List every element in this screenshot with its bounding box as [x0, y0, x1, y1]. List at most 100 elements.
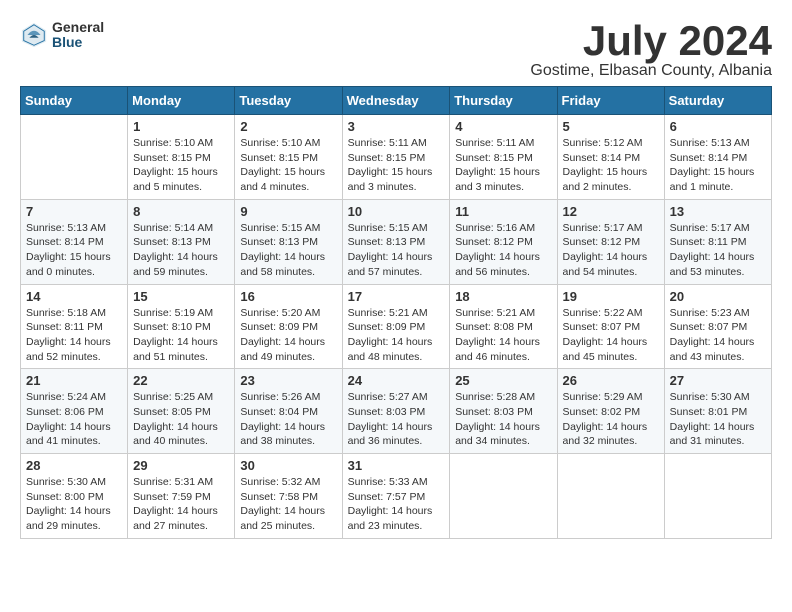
day-info: Sunrise: 5:16 AMSunset: 8:12 PMDaylight:…: [455, 221, 551, 280]
day-info: Sunrise: 5:32 AMSunset: 7:58 PMDaylight:…: [240, 475, 336, 534]
calendar-cell: 27 Sunrise: 5:30 AMSunset: 8:01 PMDayligh…: [664, 369, 771, 454]
day-number: 15: [133, 289, 229, 304]
day-info: Sunrise: 5:11 AMSunset: 8:15 PMDaylight:…: [348, 136, 445, 195]
calendar-cell: 21Sunrise: 5:24 AMSunset: 8:06 PMDayligh…: [21, 369, 128, 454]
day-number: 23: [240, 373, 336, 388]
day-number: 31: [348, 458, 445, 473]
calendar-cell: 18Sunrise: 5:21 AMSunset: 8:08 PMDayligh…: [450, 284, 557, 369]
calendar-cell: 10Sunrise: 5:15 AMSunset: 8:13 PMDayligh…: [342, 199, 450, 284]
calendar-cell: 11Sunrise: 5:16 AMSunset: 8:12 PMDayligh…: [450, 199, 557, 284]
calendar-cell: 23 Sunrise: 5:26 AMSunset: 8:04 PMDayligh…: [235, 369, 342, 454]
calendar-cell: 13 Sunrise: 5:17 AMSunset: 8:11 PMDayligh…: [664, 199, 771, 284]
day-info: Sunrise: 5:11 AMSunset: 8:15 PMDaylight:…: [455, 136, 551, 195]
calendar-header-saturday: Saturday: [664, 87, 771, 115]
calendar-table: SundayMondayTuesdayWednesdayThursdayFrid…: [20, 86, 772, 539]
calendar-cell: 31 Sunrise: 5:33 AMSunset: 7:57 PMDayligh…: [342, 454, 450, 539]
day-info: Sunrise: 5:13 AMSunset: 8:14 PMDaylight:…: [670, 136, 766, 195]
day-number: 13: [670, 204, 766, 219]
day-number: 12: [563, 204, 659, 219]
day-info: Sunrise: 5:20 AMSunset: 8:09 PMDaylight:…: [240, 306, 336, 365]
day-number: 30: [240, 458, 336, 473]
day-number: 6: [670, 119, 766, 134]
day-info: Sunrise: 5:21 AMSunset: 8:09 PMDaylight:…: [348, 306, 445, 365]
day-info: Sunrise: 5:33 AMSunset: 7:57 PMDaylight:…: [348, 475, 445, 534]
day-number: 8: [133, 204, 229, 219]
title-block: July 2024 Gostime, Elbasan County, Alban…: [530, 20, 772, 80]
day-info: Sunrise: 5:30 AMSunset: 8:01 PMDaylight:…: [670, 390, 766, 449]
day-number: 16: [240, 289, 336, 304]
day-number: 4: [455, 119, 551, 134]
day-info: Sunrise: 5:25 AMSunset: 8:05 PMDaylight:…: [133, 390, 229, 449]
calendar-cell: [450, 454, 557, 539]
location-subtitle: Gostime, Elbasan County, Albania: [530, 62, 772, 80]
calendar-week-row: 21Sunrise: 5:24 AMSunset: 8:06 PMDayligh…: [21, 369, 772, 454]
calendar-week-row: 7 Sunrise: 5:13 AMSunset: 8:14 PMDaylight…: [21, 199, 772, 284]
day-number: 21: [26, 373, 122, 388]
page-header: General Blue July 2024 Gostime, Elbasan …: [20, 20, 772, 80]
calendar-cell: 9 Sunrise: 5:15 AMSunset: 8:13 PMDaylight…: [235, 199, 342, 284]
day-number: 1: [133, 119, 229, 134]
calendar-header-row: SundayMondayTuesdayWednesdayThursdayFrid…: [21, 87, 772, 115]
day-info: Sunrise: 5:21 AMSunset: 8:08 PMDaylight:…: [455, 306, 551, 365]
day-info: Sunrise: 5:28 AMSunset: 8:03 PMDaylight:…: [455, 390, 551, 449]
calendar-week-row: 14 Sunrise: 5:18 AMSunset: 8:11 PMDayligh…: [21, 284, 772, 369]
calendar-cell: [557, 454, 664, 539]
day-number: 14: [26, 289, 122, 304]
day-info: Sunrise: 5:13 AMSunset: 8:14 PMDaylight:…: [26, 221, 122, 280]
day-info: Sunrise: 5:17 AMSunset: 8:11 PMDaylight:…: [670, 221, 766, 280]
day-number: 5: [563, 119, 659, 134]
calendar-cell: 14 Sunrise: 5:18 AMSunset: 8:11 PMDayligh…: [21, 284, 128, 369]
day-number: 24: [348, 373, 445, 388]
calendar-header-wednesday: Wednesday: [342, 87, 450, 115]
day-info: Sunrise: 5:10 AMSunset: 8:15 PMDaylight:…: [133, 136, 229, 195]
calendar-cell: 6 Sunrise: 5:13 AMSunset: 8:14 PMDaylight…: [664, 115, 771, 200]
calendar-cell: 26 Sunrise: 5:29 AMSunset: 8:02 PMDayligh…: [557, 369, 664, 454]
day-info: Sunrise: 5:10 AMSunset: 8:15 PMDaylight:…: [240, 136, 336, 195]
calendar-header-thursday: Thursday: [450, 87, 557, 115]
day-info: Sunrise: 5:15 AMSunset: 8:13 PMDaylight:…: [240, 221, 336, 280]
day-number: 25: [455, 373, 551, 388]
calendar-cell: 12 Sunrise: 5:17 AMSunset: 8:12 PMDayligh…: [557, 199, 664, 284]
calendar-cell: [664, 454, 771, 539]
day-number: 7: [26, 204, 122, 219]
logo-text: General Blue: [52, 20, 104, 51]
day-info: Sunrise: 5:23 AMSunset: 8:07 PMDaylight:…: [670, 306, 766, 365]
logo: General Blue: [20, 20, 104, 51]
day-number: 27: [670, 373, 766, 388]
calendar-cell: 22Sunrise: 5:25 AMSunset: 8:05 PMDayligh…: [128, 369, 235, 454]
calendar-cell: [21, 115, 128, 200]
day-info: Sunrise: 5:14 AMSunset: 8:13 PMDaylight:…: [133, 221, 229, 280]
day-info: Sunrise: 5:26 AMSunset: 8:04 PMDaylight:…: [240, 390, 336, 449]
day-info: Sunrise: 5:30 AMSunset: 8:00 PMDaylight:…: [26, 475, 122, 534]
calendar-week-row: 1 Sunrise: 5:10 AMSunset: 8:15 PMDaylight…: [21, 115, 772, 200]
calendar-cell: 4 Sunrise: 5:11 AMSunset: 8:15 PMDaylight…: [450, 115, 557, 200]
calendar-cell: 2Sunrise: 5:10 AMSunset: 8:15 PMDaylight…: [235, 115, 342, 200]
calendar-week-row: 28 Sunrise: 5:30 AMSunset: 8:00 PMDayligh…: [21, 454, 772, 539]
month-title: July 2024: [530, 20, 772, 62]
day-number: 26: [563, 373, 659, 388]
day-number: 29: [133, 458, 229, 473]
calendar-cell: 3Sunrise: 5:11 AMSunset: 8:15 PMDaylight…: [342, 115, 450, 200]
calendar-cell: 20 Sunrise: 5:23 AMSunset: 8:07 PMDayligh…: [664, 284, 771, 369]
day-number: 17: [348, 289, 445, 304]
calendar-header-tuesday: Tuesday: [235, 87, 342, 115]
day-info: Sunrise: 5:29 AMSunset: 8:02 PMDaylight:…: [563, 390, 659, 449]
day-info: Sunrise: 5:27 AMSunset: 8:03 PMDaylight:…: [348, 390, 445, 449]
calendar-cell: 30 Sunrise: 5:32 AMSunset: 7:58 PMDayligh…: [235, 454, 342, 539]
day-info: Sunrise: 5:12 AMSunset: 8:14 PMDaylight:…: [563, 136, 659, 195]
calendar-cell: 24 Sunrise: 5:27 AMSunset: 8:03 PMDayligh…: [342, 369, 450, 454]
day-info: Sunrise: 5:19 AMSunset: 8:10 PMDaylight:…: [133, 306, 229, 365]
calendar-cell: 1 Sunrise: 5:10 AMSunset: 8:15 PMDaylight…: [128, 115, 235, 200]
calendar-cell: 15 Sunrise: 5:19 AMSunset: 8:10 PMDayligh…: [128, 284, 235, 369]
calendar-cell: 8 Sunrise: 5:14 AMSunset: 8:13 PMDaylight…: [128, 199, 235, 284]
day-info: Sunrise: 5:18 AMSunset: 8:11 PMDaylight:…: [26, 306, 122, 365]
day-info: Sunrise: 5:17 AMSunset: 8:12 PMDaylight:…: [563, 221, 659, 280]
calendar-cell: 16 Sunrise: 5:20 AMSunset: 8:09 PMDayligh…: [235, 284, 342, 369]
calendar-cell: 28 Sunrise: 5:30 AMSunset: 8:00 PMDayligh…: [21, 454, 128, 539]
logo-blue: Blue: [52, 35, 104, 50]
day-number: 28: [26, 458, 122, 473]
day-number: 20: [670, 289, 766, 304]
calendar-cell: 7 Sunrise: 5:13 AMSunset: 8:14 PMDaylight…: [21, 199, 128, 284]
day-number: 9: [240, 204, 336, 219]
day-info: Sunrise: 5:22 AMSunset: 8:07 PMDaylight:…: [563, 306, 659, 365]
